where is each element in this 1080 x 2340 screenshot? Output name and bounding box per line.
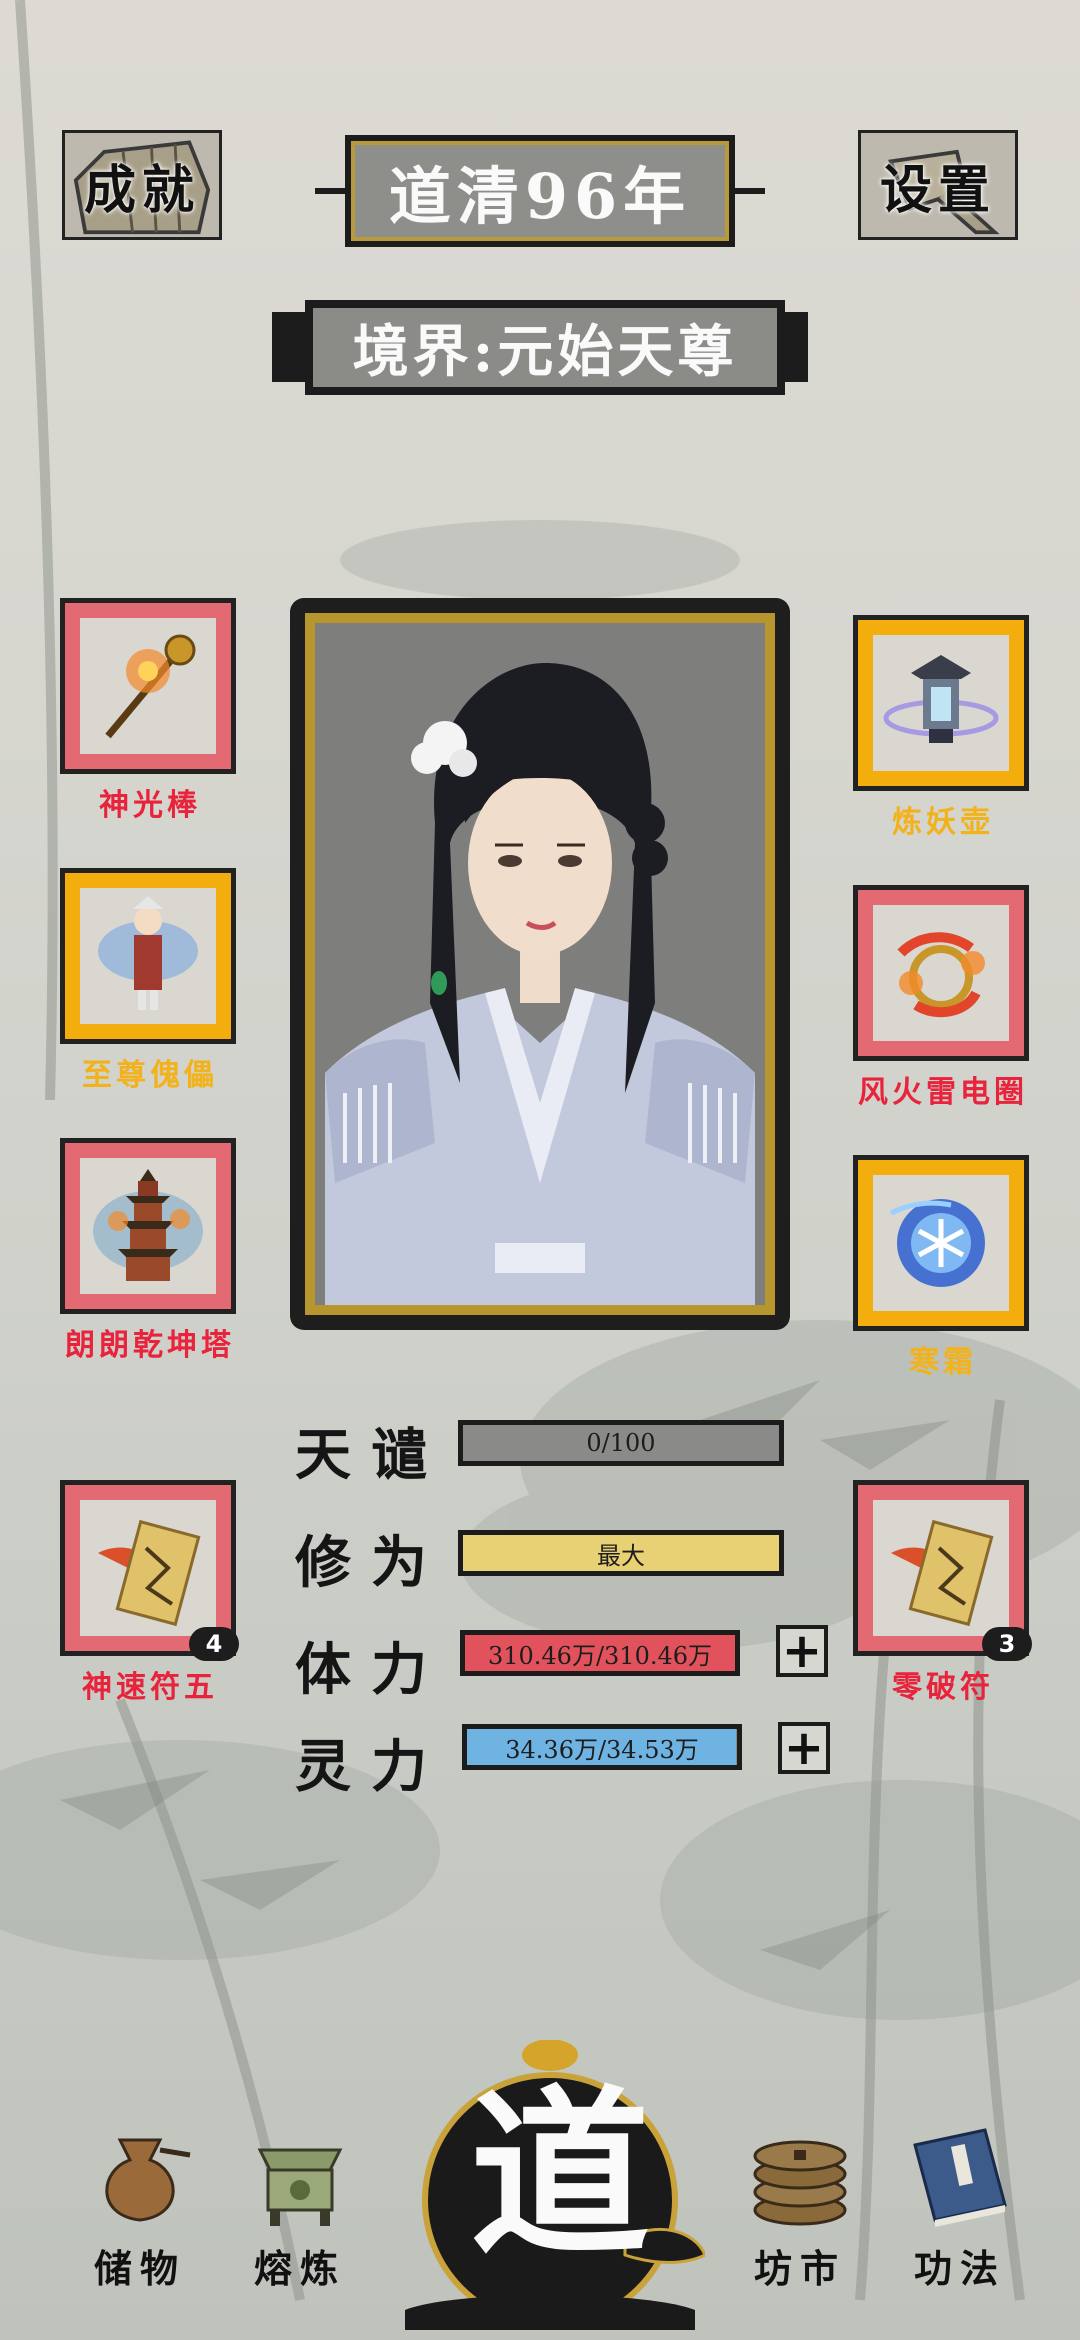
equip-slot-left-2[interactable]: 至尊傀儡 — [60, 868, 240, 1094]
puppet-icon — [98, 896, 198, 1010]
item-frame — [853, 885, 1029, 1061]
character-illustration — [325, 663, 755, 1305]
frost-orb-icon — [889, 1199, 985, 1287]
talisman-slot-right[interactable]: 3 零破符 — [853, 1480, 1033, 1706]
item-frame — [60, 1138, 236, 1314]
staff-icon — [105, 634, 196, 739]
item-name: 寒霜 — [909, 1345, 977, 1380]
spirit-bar: 34.36万/34.53万 — [462, 1724, 742, 1770]
talisman-icon — [98, 1519, 201, 1627]
item-frame — [60, 598, 236, 774]
equip-slot-right-1[interactable]: 炼妖壶 — [853, 615, 1033, 841]
stamina-label: 体力 — [295, 1637, 447, 1703]
item-frame — [853, 1155, 1029, 1331]
item-name: 朗朗乾坤塔 — [65, 1328, 235, 1363]
pouch-icon — [105, 2138, 191, 2222]
item-name: 炼妖壶 — [892, 805, 994, 840]
stamina-value: 310.46万/310.46万 — [487, 1641, 713, 1670]
realm-title: 境界:元始天尊 — [352, 319, 738, 385]
settings-label: 设置 — [879, 159, 996, 221]
cultivation-label: 修为 — [295, 1530, 447, 1596]
item-name: 零破符 — [892, 1670, 994, 1705]
item-frame — [60, 868, 236, 1044]
cauldron-icon — [257, 2148, 343, 2226]
nav-storage[interactable]: 储物 — [65, 2120, 215, 2293]
character-portrait[interactable] — [315, 623, 765, 1305]
item-name: 神速符五 — [82, 1670, 218, 1705]
tribulation-label: 天谴 — [295, 1422, 447, 1488]
nav-techniques[interactable]: 功法 — [885, 2120, 1035, 2293]
spirit-add-button[interactable]: + — [778, 1722, 830, 1774]
achievements-button[interactable]: 成就 — [62, 130, 222, 240]
coins-icon — [753, 2140, 847, 2226]
equip-slot-right-2[interactable]: 风火雷电圈 — [853, 885, 1033, 1111]
lantern-icon — [883, 655, 999, 743]
item-frame — [853, 615, 1029, 791]
item-count-badge: 3 — [982, 1627, 1032, 1661]
book-icon — [913, 2128, 1007, 2227]
spirit-label: 灵力 — [295, 1734, 447, 1800]
year-title: 道清96年 — [388, 160, 692, 233]
nav-market-label: 坊市 — [753, 2246, 846, 2291]
equip-slot-left-1[interactable]: 神光棒 — [60, 598, 240, 824]
nav-techniques-label: 功法 — [913, 2246, 1006, 2291]
achievements-label: 成就 — [83, 159, 200, 221]
tribulation-value: 0/100 — [586, 1429, 656, 1457]
nav-market[interactable]: 坊市 — [725, 2120, 875, 2293]
nav-storage-label: 储物 — [93, 2246, 186, 2291]
nav-smelting-label: 熔炼 — [253, 2246, 346, 2291]
stamina-add-button[interactable]: + — [776, 1625, 828, 1677]
item-name: 神光棒 — [99, 788, 201, 823]
cultivation-value: 最大 — [597, 1541, 645, 1570]
talisman-icon — [891, 1519, 994, 1627]
item-name: 风火雷电圈 — [858, 1075, 1028, 1110]
pagoda-icon — [93, 1169, 203, 1281]
item-count-badge: 4 — [189, 1627, 239, 1661]
equip-slot-left-3[interactable]: 朗朗乾坤塔 — [60, 1138, 240, 1364]
nav-smelting[interactable]: 熔炼 — [225, 2120, 375, 2293]
talisman-slot-left[interactable]: 4 神速符五 — [60, 1480, 240, 1706]
spirit-value: 34.36万/34.53万 — [505, 1735, 699, 1764]
dao-main-button[interactable]: 道 — [470, 2085, 650, 2265]
item-frame: 4 — [60, 1480, 239, 1661]
equip-slot-right-3[interactable]: 寒霜 — [853, 1155, 1033, 1381]
ring-icon — [897, 932, 985, 1018]
settings-button[interactable]: 设置 — [858, 130, 1018, 240]
year-banner: 道清96年 — [345, 135, 735, 247]
item-frame: 3 — [853, 1480, 1032, 1661]
stamina-bar: 310.46万/310.46万 — [460, 1630, 740, 1676]
tribulation-bar: 0/100 — [458, 1420, 784, 1466]
realm-banner: 境界:元始天尊 — [305, 300, 785, 395]
item-name: 至尊傀儡 — [82, 1058, 218, 1093]
cultivation-bar: 最大 — [458, 1530, 784, 1576]
